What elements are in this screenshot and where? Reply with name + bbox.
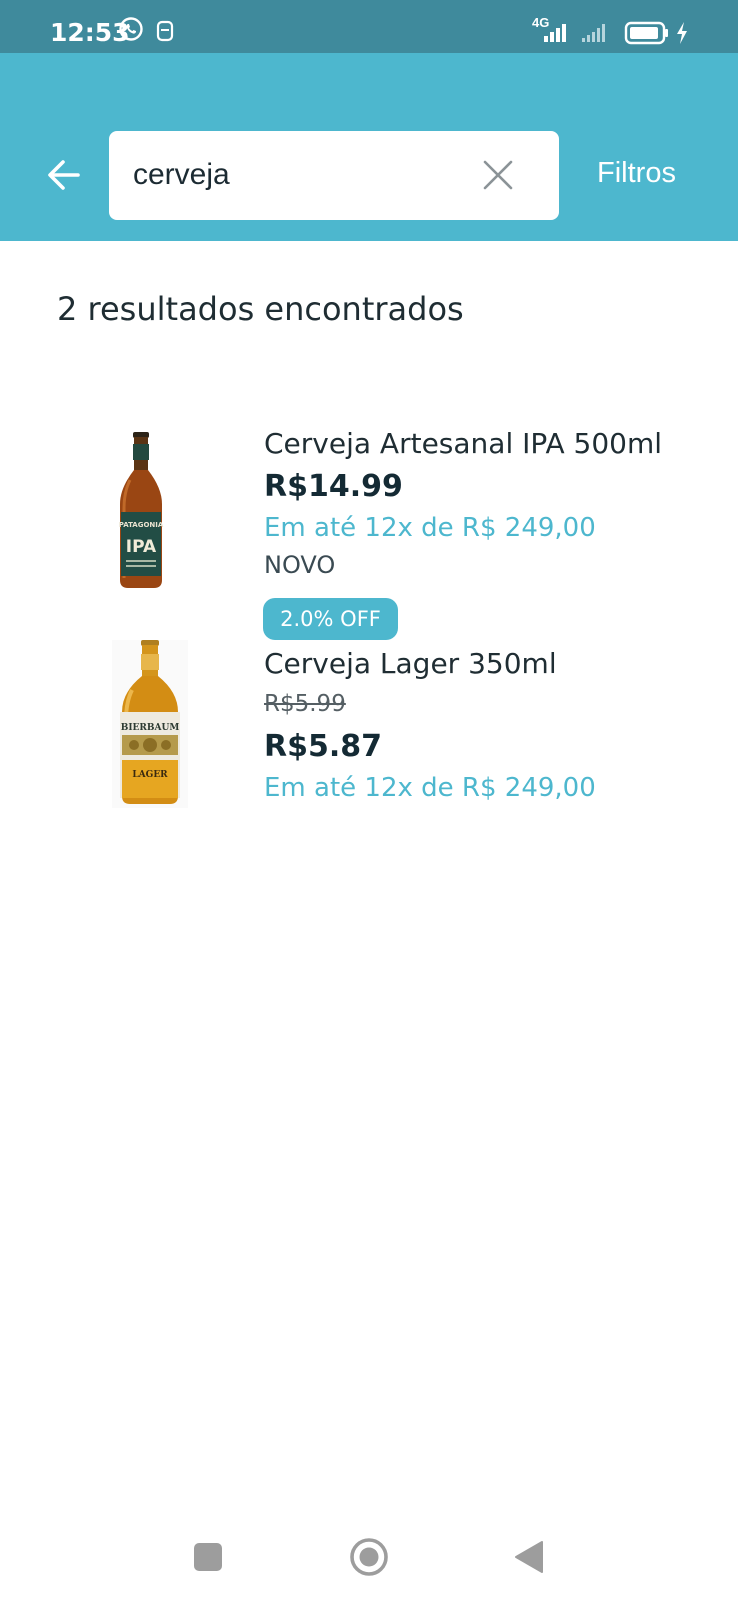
search-header: Filtros (0, 53, 738, 241)
arrow-left-icon (48, 160, 80, 190)
search-box (109, 131, 559, 220)
product-installment: Em até 12x de R$ 249,00 (264, 773, 596, 803)
bottle-label-style: LAGER (132, 770, 168, 780)
back-triangle-icon (515, 1541, 543, 1573)
product-title[interactable]: Cerveja Lager 350ml (264, 647, 557, 680)
product-image: PATAGONIA IPA (116, 432, 166, 595)
bottle-label-brand: PATAGONIA (119, 521, 164, 529)
product-image: BIERBAUM LAGER (112, 640, 188, 813)
clear-search-button[interactable] (481, 158, 515, 192)
filters-button[interactable]: Filtros (597, 157, 676, 190)
product-price: R$5.87 (264, 729, 382, 764)
product-card[interactable]: BIERBAUM LAGER Cerveja Lager 350ml R$5.9… (0, 636, 738, 816)
close-icon (483, 160, 513, 190)
bottle-label-style: IPA (126, 537, 157, 557)
product-installment: Em até 12x de R$ 249,00 (264, 513, 596, 543)
whatsapp-icon (118, 16, 144, 47)
discount-badge: 2.0% OFF (263, 598, 398, 640)
product-condition: NOVO (264, 551, 336, 579)
status-bar: 12:53 4G (0, 0, 738, 53)
charging-icon (674, 20, 690, 51)
sim-icon (156, 20, 174, 47)
battery-icon (624, 20, 672, 51)
product-title[interactable]: Cerveja Artesanal IPA 500ml (264, 427, 662, 460)
product-price: R$14.99 (264, 469, 403, 504)
product-old-price: R$5.99 (264, 691, 346, 717)
system-nav-bar (0, 1510, 738, 1600)
bottle-label-brand: BIERBAUM (121, 723, 180, 733)
home-icon (350, 1538, 388, 1576)
back-nav-button[interactable] (508, 1535, 552, 1579)
signal-icon (530, 20, 630, 51)
recents-icon (194, 1543, 222, 1571)
search-input[interactable] (133, 153, 463, 197)
back-button[interactable] (42, 153, 86, 197)
results-count: 2 resultados encontrados (57, 290, 464, 328)
recents-button[interactable] (186, 1535, 230, 1579)
home-button[interactable] (347, 1535, 391, 1579)
product-card[interactable]: PATAGONIA IPA Cerveja Artesanal IPA 500m… (0, 420, 738, 642)
